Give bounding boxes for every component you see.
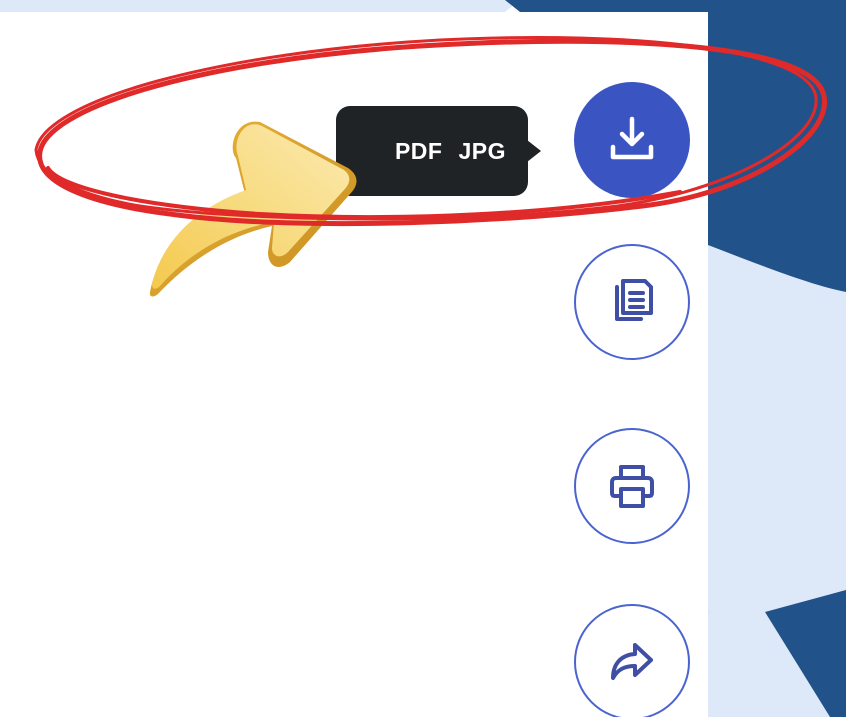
share-button[interactable] (574, 604, 690, 717)
download-icon (605, 113, 659, 167)
export-format-tooltip: PDF JPG (336, 106, 541, 196)
copy-document-icon (607, 275, 657, 329)
jpg-option[interactable]: JPG (458, 138, 506, 165)
copy-button[interactable] (574, 244, 690, 360)
print-button[interactable] (574, 428, 690, 544)
download-button[interactable] (574, 82, 690, 198)
share-arrow-icon (605, 635, 659, 689)
right-light-wave (708, 245, 846, 620)
page-stage: PDF JPG (0, 0, 846, 717)
printer-icon (605, 459, 659, 513)
pdf-option[interactable]: PDF (395, 138, 443, 165)
top-light-band (0, 0, 520, 12)
